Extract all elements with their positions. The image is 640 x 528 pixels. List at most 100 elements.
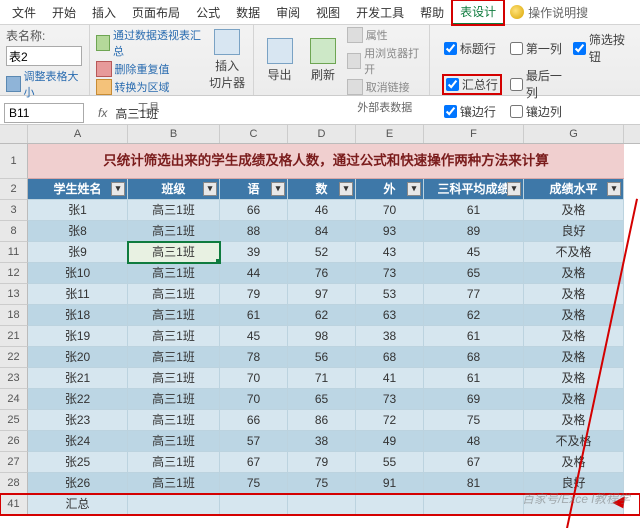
th-level[interactable]: 成绩水平▾: [524, 179, 624, 200]
chk-last-col-box[interactable]: [510, 78, 523, 91]
cell[interactable]: 45: [424, 242, 524, 263]
chk-header-row-box[interactable]: [444, 42, 457, 55]
cell[interactable]: 张20: [28, 347, 128, 368]
cell[interactable]: [128, 494, 220, 515]
tab-view[interactable]: 视图: [308, 1, 348, 24]
cell[interactable]: 张10: [28, 263, 128, 284]
cell[interactable]: 98: [288, 326, 356, 347]
cell[interactable]: 48: [424, 431, 524, 452]
row-header[interactable]: 2: [0, 179, 28, 200]
chk-last-col[interactable]: 最后一列: [510, 67, 563, 101]
cell[interactable]: 70: [220, 368, 288, 389]
cell[interactable]: 71: [288, 368, 356, 389]
col-B[interactable]: B: [128, 125, 220, 143]
th-english[interactable]: 外▾: [356, 179, 424, 200]
cell[interactable]: 69: [424, 389, 524, 410]
cell[interactable]: 67: [220, 452, 288, 473]
chk-filter-btn[interactable]: 筛选按钮: [573, 31, 626, 65]
cell[interactable]: 高三1班: [128, 242, 220, 263]
cell[interactable]: 65: [424, 263, 524, 284]
cell[interactable]: 70: [220, 389, 288, 410]
cell[interactable]: [424, 494, 524, 515]
chk-header-row[interactable]: 标题行: [444, 40, 500, 57]
cell[interactable]: 高三1班: [128, 389, 220, 410]
cell[interactable]: [288, 494, 356, 515]
cell[interactable]: 91: [356, 473, 424, 494]
filter-icon[interactable]: ▾: [607, 182, 621, 196]
cell[interactable]: 及格: [524, 284, 624, 305]
cell[interactable]: 良好: [524, 221, 624, 242]
row-header[interactable]: 28: [0, 473, 28, 494]
cell[interactable]: 63: [356, 305, 424, 326]
tab-file[interactable]: 文件: [4, 1, 44, 24]
cell[interactable]: 62: [288, 305, 356, 326]
cell[interactable]: 55: [356, 452, 424, 473]
resize-table-button[interactable]: 调整表格大小: [6, 68, 83, 100]
cell[interactable]: 49: [356, 431, 424, 452]
cell[interactable]: 及格: [524, 263, 624, 284]
cell[interactable]: 高三1班: [128, 200, 220, 221]
col-E[interactable]: E: [356, 125, 424, 143]
cell[interactable]: 72: [356, 410, 424, 431]
name-box[interactable]: [4, 103, 84, 123]
row-header[interactable]: 23: [0, 368, 28, 389]
cell[interactable]: 及格: [524, 347, 624, 368]
corner-cell[interactable]: [0, 125, 28, 143]
cell[interactable]: 张23: [28, 410, 128, 431]
th-name[interactable]: 学生姓名▾: [28, 179, 128, 200]
cell[interactable]: 41: [356, 368, 424, 389]
cell[interactable]: 张9: [28, 242, 128, 263]
slicer-button[interactable]: 插入 切片器: [207, 27, 246, 93]
cell[interactable]: 65: [288, 389, 356, 410]
cell[interactable]: 43: [356, 242, 424, 263]
row-header[interactable]: 1: [0, 144, 28, 179]
filter-active-icon[interactable]: ▾: [203, 182, 217, 196]
cell[interactable]: 67: [424, 452, 524, 473]
sheet-title[interactable]: 只统计筛选出来的学生成绩及格人数，通过公式和快速操作两种方法来计算: [28, 144, 624, 179]
cell[interactable]: 高三1班: [128, 452, 220, 473]
tab-data[interactable]: 数据: [228, 1, 268, 24]
cell[interactable]: 75: [288, 473, 356, 494]
cell[interactable]: 61: [220, 305, 288, 326]
th-avg[interactable]: 三科平均成绩▾: [424, 179, 524, 200]
chk-filter-btn-box[interactable]: [573, 42, 586, 55]
filter-icon[interactable]: ▾: [271, 182, 285, 196]
export-button[interactable]: 导出: [260, 27, 299, 93]
row-header[interactable]: 27: [0, 452, 28, 473]
cell[interactable]: 88: [220, 221, 288, 242]
cell[interactable]: 39: [220, 242, 288, 263]
filter-icon[interactable]: ▾: [111, 182, 125, 196]
cell[interactable]: 68: [424, 347, 524, 368]
filter-icon[interactable]: ▾: [407, 182, 421, 196]
cell[interactable]: 79: [220, 284, 288, 305]
row-header[interactable]: 25: [0, 410, 28, 431]
th-math[interactable]: 数▾: [288, 179, 356, 200]
row-header[interactable]: 26: [0, 431, 28, 452]
cell[interactable]: 高三1班: [128, 473, 220, 494]
th-chinese[interactable]: 语▾: [220, 179, 288, 200]
cell[interactable]: 高三1班: [128, 221, 220, 242]
pivot-button[interactable]: 通过数据透视表汇总: [96, 27, 202, 59]
cell[interactable]: 张11: [28, 284, 128, 305]
cell[interactable]: 张1: [28, 200, 128, 221]
cell[interactable]: 89: [424, 221, 524, 242]
cell[interactable]: 及格: [524, 410, 624, 431]
cell[interactable]: [220, 494, 288, 515]
cell[interactable]: 84: [288, 221, 356, 242]
row-header[interactable]: 11: [0, 242, 28, 263]
cell[interactable]: 张25: [28, 452, 128, 473]
tab-help[interactable]: 帮助: [412, 1, 452, 24]
tab-layout[interactable]: 页面布局: [124, 1, 188, 24]
row-header[interactable]: 22: [0, 347, 28, 368]
refresh-button[interactable]: 刷新: [303, 27, 342, 93]
cell[interactable]: 38: [356, 326, 424, 347]
tab-table-design[interactable]: 表设计: [452, 0, 504, 25]
cell[interactable]: 79: [288, 452, 356, 473]
cell[interactable]: 56: [288, 347, 356, 368]
cell[interactable]: 张26: [28, 473, 128, 494]
cell[interactable]: 45: [220, 326, 288, 347]
col-G[interactable]: G: [524, 125, 624, 143]
chk-total-row-box[interactable]: [446, 78, 459, 91]
chk-total-row[interactable]: 汇总行: [444, 76, 500, 93]
cell[interactable]: 高三1班: [128, 347, 220, 368]
